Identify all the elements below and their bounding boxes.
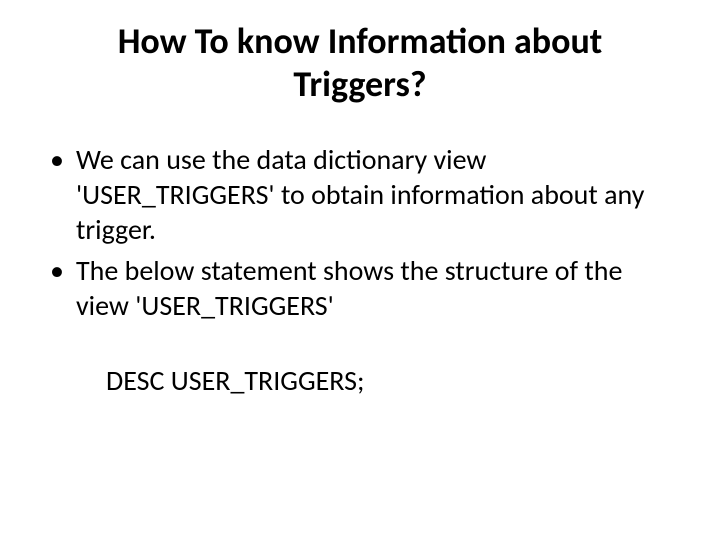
list-item: The below statement shows the structure … [48,253,672,323]
list-item: We can use the data dictionary view 'USE… [48,142,672,247]
bullet-list: We can use the data dictionary view 'USE… [48,142,672,323]
slide-title: How To know Information about Triggers? [48,20,672,106]
code-statement: DESC USER_TRIGGERS; [48,363,672,399]
